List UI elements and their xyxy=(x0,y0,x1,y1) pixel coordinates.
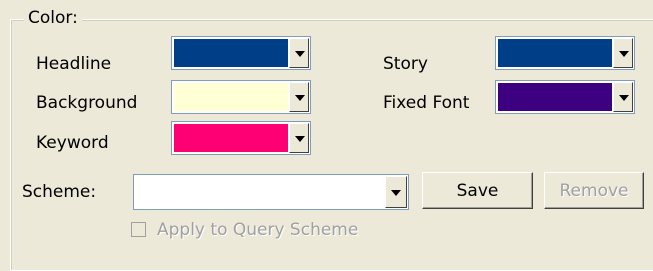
headline-label: Headline xyxy=(36,54,112,74)
fixed-font-color-dropdown[interactable] xyxy=(495,80,635,114)
story-color-swatch xyxy=(498,39,612,67)
apply-to-query-scheme-label: Apply to Query Scheme xyxy=(157,220,359,240)
scheme-label: Scheme: xyxy=(22,182,97,202)
story-color-dropdown[interactable] xyxy=(495,36,635,70)
fixed-font-color-swatch xyxy=(498,83,612,111)
chevron-down-icon xyxy=(619,51,629,57)
background-color-dropdown[interactable] xyxy=(171,80,311,114)
chevron-down-icon xyxy=(295,51,305,57)
apply-to-query-scheme-checkbox[interactable] xyxy=(131,222,146,237)
scheme-dropdown-button[interactable] xyxy=(385,176,407,208)
headline-dropdown-button[interactable] xyxy=(289,38,309,68)
color-group-title: Color: xyxy=(24,8,82,28)
scheme-dropdown[interactable] xyxy=(133,174,409,210)
background-color-swatch xyxy=(174,83,288,111)
keyword-color-dropdown[interactable] xyxy=(171,121,311,155)
background-dropdown-button[interactable] xyxy=(289,82,309,112)
headline-color-dropdown[interactable] xyxy=(171,36,311,70)
story-dropdown-button[interactable] xyxy=(613,38,633,68)
background-label: Background xyxy=(36,93,138,113)
keyword-dropdown-button[interactable] xyxy=(289,123,309,153)
chevron-down-icon xyxy=(295,136,305,142)
keyword-label: Keyword xyxy=(36,133,109,153)
save-button[interactable]: Save xyxy=(422,172,533,209)
chevron-down-icon xyxy=(619,95,629,101)
chevron-down-icon xyxy=(391,190,401,196)
keyword-color-swatch xyxy=(174,124,288,152)
fixed-font-dropdown-button[interactable] xyxy=(613,82,633,112)
chevron-down-icon xyxy=(295,95,305,101)
remove-button[interactable]: Remove xyxy=(544,172,644,209)
fixed-font-label: Fixed Font xyxy=(383,93,470,113)
headline-color-swatch xyxy=(174,39,288,67)
story-label: Story xyxy=(383,54,428,74)
